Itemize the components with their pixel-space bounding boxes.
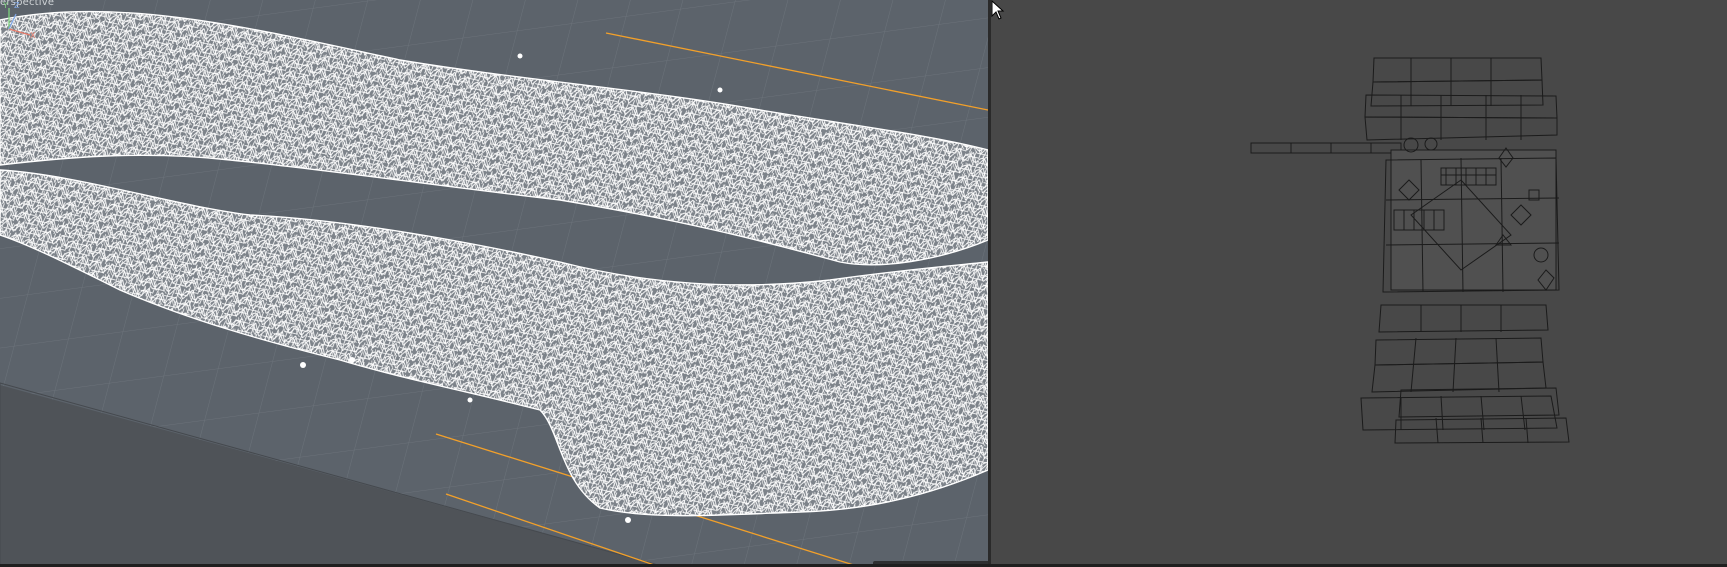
viewport-scene bbox=[0, 0, 988, 567]
axis-z-label: Z bbox=[14, 1, 20, 10]
perspective-viewport[interactable]: erspective Y Z X bbox=[0, 0, 988, 567]
axis-y-label: Y bbox=[2, 1, 8, 10]
axis-gizmo-icon: Y Z X bbox=[2, 1, 36, 40]
uv-shell-strip bbox=[1250, 142, 1402, 154]
axis-x-label: X bbox=[30, 31, 36, 40]
app-window: erspective Y Z X bbox=[0, 0, 1727, 567]
uv-shell-top bbox=[1364, 57, 1558, 141]
uv-shell-middle bbox=[1382, 137, 1560, 293]
uv-viewport[interactable] bbox=[991, 0, 1727, 564]
uv-shell-lower bbox=[1360, 304, 1570, 444]
uv-layout bbox=[1250, 57, 1570, 444]
mouse-cursor-icon bbox=[991, 0, 1005, 20]
